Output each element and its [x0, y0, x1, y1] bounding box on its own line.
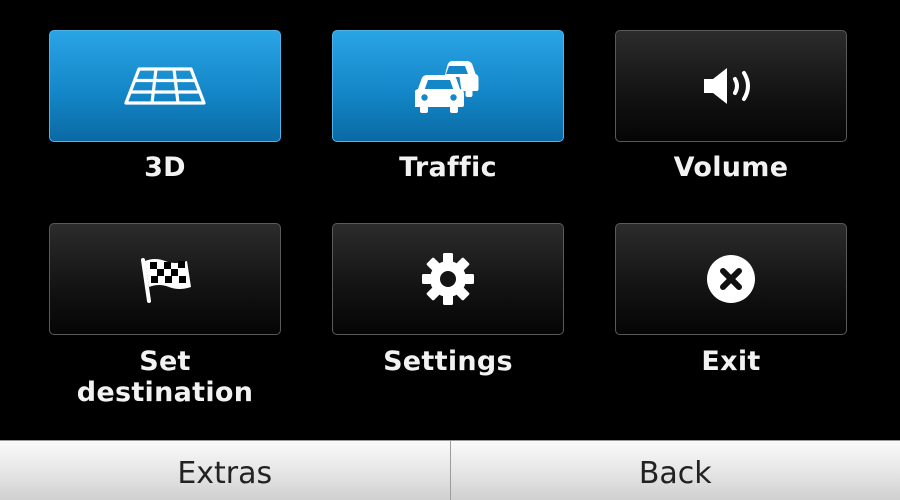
speaker-icon — [704, 68, 750, 104]
set-destination-button[interactable] — [49, 223, 281, 335]
back-softkey[interactable]: Back — [451, 441, 900, 500]
3d-label: 3D — [144, 152, 186, 183]
settings-button[interactable] — [332, 223, 564, 335]
volume-label: Volume — [673, 152, 789, 183]
set-destination-label: Set destination — [76, 346, 254, 408]
close-circle-icon — [707, 255, 755, 303]
extras-softkey[interactable]: Extras — [0, 441, 450, 500]
softkey-bar: Extras Back — [0, 440, 900, 500]
exit-label: Exit — [701, 346, 761, 377]
exit-button[interactable] — [615, 223, 847, 335]
checkered-flag-icon — [141, 258, 191, 303]
traffic-label: Traffic — [399, 152, 497, 183]
settings-label: Settings — [383, 346, 513, 377]
traffic-cars-icon — [415, 61, 479, 113]
gear-icon — [422, 253, 474, 305]
traffic-button[interactable] — [332, 30, 564, 142]
3d-button[interactable] — [49, 30, 281, 142]
navigation-menu-screen: 3D Traffic Volume Set destination Settin… — [0, 0, 900, 500]
volume-button[interactable] — [615, 30, 847, 142]
3d-grid-icon — [124, 67, 206, 105]
